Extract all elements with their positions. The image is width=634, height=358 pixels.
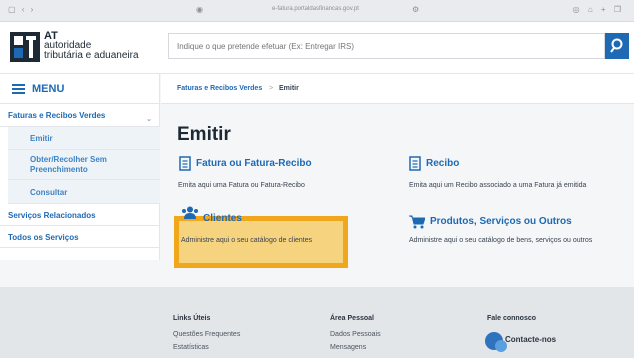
card-produtos-title[interactable]: Produtos, Serviços ou Outros bbox=[430, 216, 572, 227]
page-title: Emitir bbox=[177, 124, 231, 145]
footer-link-personal-data[interactable]: Dados Pessoais bbox=[330, 331, 381, 338]
footer-contact-heading: Fale connosco bbox=[487, 315, 537, 322]
card-recibo-desc: Emita aqui um Recibo associado a uma Fat… bbox=[409, 182, 587, 189]
chevron-down-icon: ⌄ bbox=[146, 116, 152, 123]
sidebar-item-label: Consultar bbox=[30, 188, 68, 197]
sidebar-item-label: Obter/Recolher Sem Preenchimento bbox=[30, 155, 107, 174]
document-icon[interactable] bbox=[179, 156, 191, 171]
card-produtos-desc: Administre aqui o seu catálogo de bens, … bbox=[409, 237, 593, 244]
footer-links-heading: Links Úteis bbox=[173, 315, 211, 322]
sidebar: MENU Faturas e Recibos Verdes ⌄ Emitir O… bbox=[0, 74, 160, 260]
sidebar-item-todos[interactable]: Todos os Serviços bbox=[0, 226, 160, 248]
breadcrumb: Faturas e Recibos Verdes > Emitir bbox=[161, 74, 634, 104]
breadcrumb-parent[interactable]: Faturas e Recibos Verdes bbox=[177, 85, 262, 92]
card-fatura-desc: Emita aqui uma Fatura ou Fatura-Recibo bbox=[178, 182, 305, 189]
people-icon[interactable] bbox=[181, 206, 199, 219]
menu-toggle[interactable]: MENU bbox=[0, 74, 160, 104]
menu-label: MENU bbox=[32, 83, 65, 95]
site-footer bbox=[0, 287, 634, 358]
card-clientes-desc: Administre aqui o seu catálogo de client… bbox=[181, 237, 313, 244]
sidebar-item-obter[interactable]: Obter/Recolher Sem Preenchimento bbox=[8, 150, 160, 180]
hamburger-icon bbox=[12, 84, 25, 94]
search-button[interactable] bbox=[605, 33, 629, 59]
contact-label: Contacte-nos bbox=[505, 335, 557, 344]
extension-icon[interactable]: ⚙ bbox=[412, 5, 419, 14]
logo-line-3: tributária e aduaneira bbox=[44, 50, 139, 61]
sidebar-item-faturas[interactable]: Faturas e Recibos Verdes ⌄ bbox=[0, 104, 160, 127]
browser-toolbar: ▢ ‹ › ◉ e-fatura.portaldasfinancas.gov.p… bbox=[0, 0, 634, 22]
footer-link-faq[interactable]: Questões Frequentes bbox=[173, 331, 240, 338]
search-input[interactable] bbox=[169, 34, 604, 58]
breadcrumb-separator: > bbox=[269, 85, 274, 92]
breadcrumb-current: Emitir bbox=[279, 85, 299, 92]
card-recibo-title[interactable]: Recibo bbox=[426, 158, 459, 169]
search-box bbox=[168, 33, 605, 59]
search-icon bbox=[610, 38, 623, 53]
site-header: AT autoridade tributária e aduaneira bbox=[0, 22, 634, 74]
card-clientes-title[interactable]: Clientes bbox=[203, 213, 242, 224]
sidebar-item-label: Todos os Serviços bbox=[8, 233, 79, 242]
at-logo[interactable]: AT autoridade tributária e aduaneira bbox=[10, 30, 160, 66]
sidebar-item-label: Faturas e Recibos Verdes bbox=[8, 111, 106, 120]
shield-icon: ◉ bbox=[196, 5, 203, 14]
sidebar-item-servicos[interactable]: Serviços Relacionados bbox=[0, 204, 160, 226]
browser-action-icons[interactable]: ◎ ⌂ + ❐ bbox=[573, 5, 624, 14]
at-logo-icon bbox=[10, 32, 40, 62]
sidebar-item-emitir[interactable]: Emitir bbox=[8, 127, 160, 150]
footer-personal-heading: Área Pessoal bbox=[330, 315, 374, 322]
address-bar[interactable]: e-fatura.portaldasfinancas.gov.pt bbox=[272, 6, 359, 12]
browser-nav-icons[interactable]: ▢ ‹ › bbox=[8, 5, 35, 14]
sidebar-item-consultar[interactable]: Consultar bbox=[8, 180, 160, 204]
document-icon[interactable] bbox=[409, 156, 421, 171]
cart-icon[interactable] bbox=[409, 215, 425, 229]
sidebar-item-label: Serviços Relacionados bbox=[8, 211, 96, 220]
footer-link-stats[interactable]: Estatísticas bbox=[173, 344, 209, 351]
card-fatura-title[interactable]: Fatura ou Fatura-Recibo bbox=[196, 158, 312, 169]
footer-link-messages[interactable]: Mensagens bbox=[330, 344, 366, 351]
sidebar-item-label: Emitir bbox=[30, 134, 53, 143]
